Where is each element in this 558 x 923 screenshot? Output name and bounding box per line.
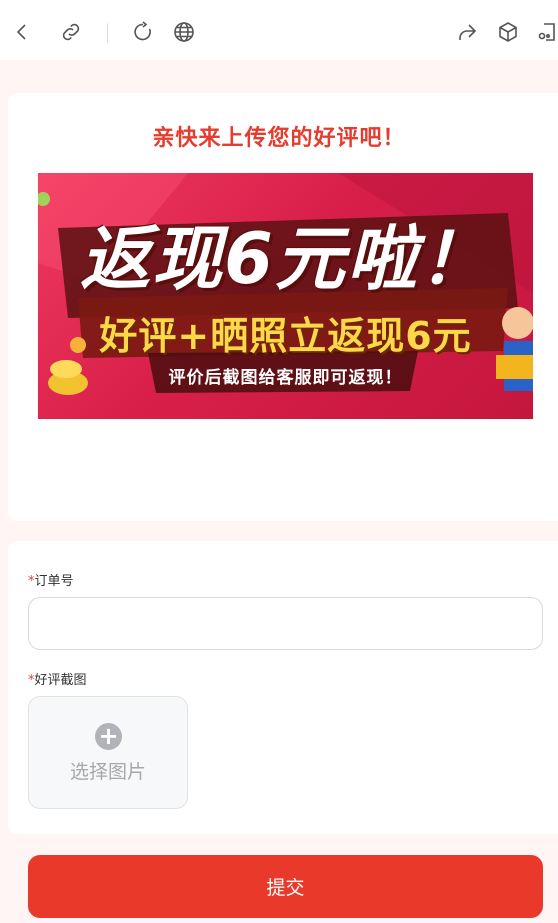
browser-toolbar (0, 0, 558, 60)
refresh-icon[interactable] (131, 20, 155, 44)
cube-icon[interactable] (496, 20, 520, 44)
link-icon[interactable] (59, 20, 83, 44)
order-number-input[interactable] (28, 597, 543, 650)
globe-icon[interactable] (172, 20, 196, 44)
share-icon[interactable] (455, 20, 479, 44)
banner-caption: 评价后截图给客服即可返现！ (168, 368, 403, 388)
order-number-label: *订单号 (28, 570, 74, 589)
promo-headline: 亲快来上传您的好评吧！ (152, 126, 406, 151)
more-icon[interactable] (536, 20, 558, 44)
screenshot-label: *好评截图 (28, 669, 87, 688)
upload-label: 选择图片 (69, 761, 146, 783)
banner-subtitle: 好评+晒照立返现6元 (99, 314, 472, 358)
banner-title: 返现6元啦！ (80, 218, 491, 300)
promo-banner: 返现6元啦！ 好评+晒照立返现6元 评价后截图给客服即可返现！ (38, 173, 533, 419)
image-upload-button[interactable]: + 选择图片 (28, 696, 188, 809)
screenshot-label-text: 好评截图 (34, 673, 87, 688)
order-number-label-text: 订单号 (34, 574, 74, 589)
toolbar-divider (107, 23, 108, 43)
submit-button[interactable]: 提交 (28, 855, 543, 918)
back-icon[interactable] (10, 20, 34, 44)
plus-icon: + (95, 723, 122, 750)
